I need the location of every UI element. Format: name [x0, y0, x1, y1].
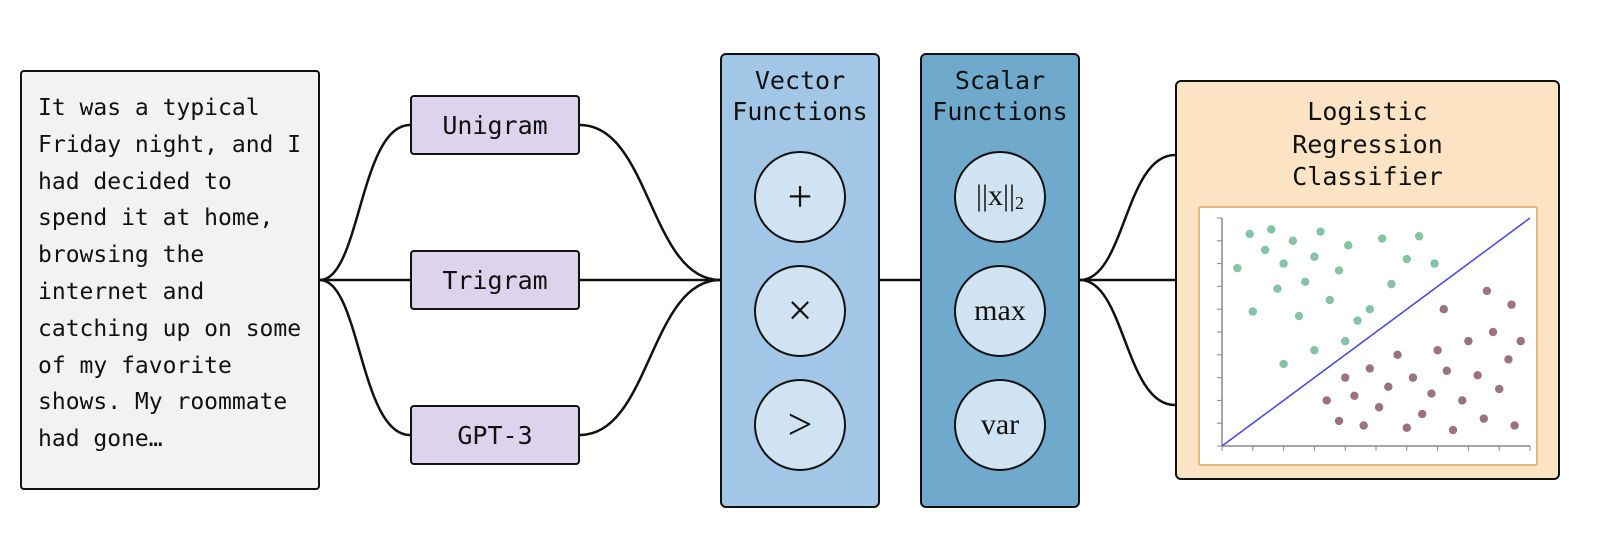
input-text-box: It was a typical Friday night, and I had… [20, 70, 320, 490]
vector-title-l1: Vector [755, 66, 845, 95]
input-text: It was a typical Friday night, and I had… [38, 95, 301, 452]
scalar-title-l1: Scalar [955, 66, 1045, 95]
unigram-box: Unigram [410, 95, 580, 155]
scatter-plot [1198, 206, 1538, 466]
out-title-l3: Classifier [1292, 162, 1443, 191]
scalar-op-max: max [954, 265, 1046, 357]
norm-sub: 2 [1015, 193, 1024, 213]
max-label: max [974, 296, 1026, 326]
norm-base: ||x|| [976, 179, 1015, 212]
vector-functions-panel: Vector Functions + × > [720, 53, 880, 508]
out-title-l2: Regression [1292, 130, 1443, 159]
scalar-op-norm: ||x||2 [954, 151, 1046, 243]
gpt3-label: GPT-3 [457, 421, 532, 450]
gpt3-box: GPT-3 [410, 405, 580, 465]
unigram-label: Unigram [442, 111, 547, 140]
vector-op-gt: > [754, 379, 846, 471]
vector-op-add: + [754, 151, 846, 243]
trigram-label: Trigram [442, 266, 547, 295]
scalar-functions-title: Scalar Functions [932, 65, 1067, 128]
scalar-title-l2: Functions [932, 97, 1067, 126]
var-label: var [981, 410, 1019, 440]
greater-than-icon: > [788, 403, 813, 447]
out-title-l1: Logistic [1307, 97, 1427, 126]
vector-op-mul: × [754, 265, 846, 357]
times-icon: × [788, 289, 813, 333]
l2-norm-icon: ||x||2 [976, 179, 1024, 214]
output-panel: Logistic Regression Classifier [1175, 80, 1560, 480]
vector-functions-title: Vector Functions [732, 65, 867, 128]
vector-title-l2: Functions [732, 97, 867, 126]
plus-icon: + [788, 175, 813, 219]
scalar-functions-panel: Scalar Functions ||x||2 max var [920, 53, 1080, 508]
trigram-box: Trigram [410, 250, 580, 310]
scalar-op-var: var [954, 379, 1046, 471]
output-title: Logistic Regression Classifier [1292, 96, 1443, 194]
